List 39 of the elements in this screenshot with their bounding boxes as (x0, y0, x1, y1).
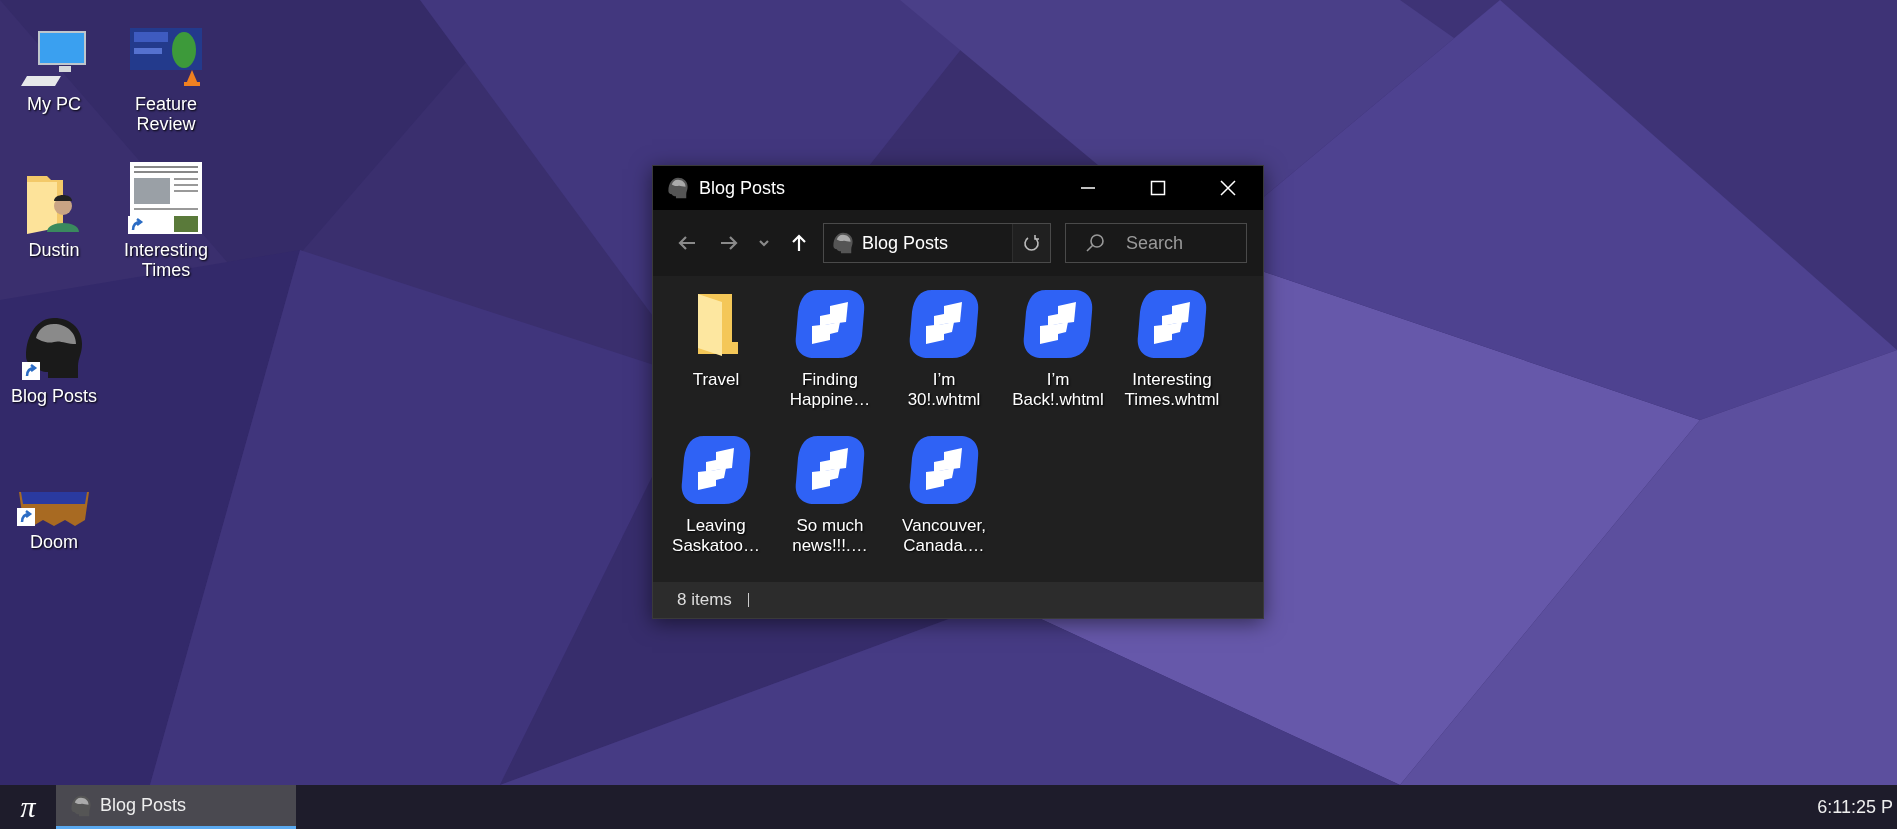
clock: 6:11:25 P (1817, 796, 1894, 818)
file-label[interactable]: Finding Happine… (789, 370, 871, 410)
head-icon[interactable] (24, 316, 84, 380)
file-label[interactable]: I’m 30!.whtml (907, 370, 981, 410)
web-file-icon[interactable] (794, 434, 866, 506)
web-file-icon[interactable] (1136, 288, 1208, 360)
desktop-icon-label[interactable]: Doom (30, 532, 78, 552)
address-field[interactable]: Blog Posts (823, 223, 1051, 263)
computer-icon[interactable] (21, 30, 87, 88)
close-icon (1220, 180, 1236, 196)
web-file-icon[interactable] (908, 434, 980, 506)
maximize-icon (1150, 180, 1166, 196)
desktop-icon-label[interactable]: Feature Review (116, 94, 216, 134)
desktop-icon-label[interactable]: My PC (27, 94, 81, 114)
file-label[interactable]: Leaving Saskatoo… (672, 516, 760, 556)
document-icon[interactable] (130, 162, 202, 234)
minimize-icon (1080, 187, 1096, 189)
desktop-icon-label[interactable]: Interesting Times (116, 240, 216, 280)
desktop-icon-label[interactable]: Dustin (28, 240, 80, 260)
file-label[interactable]: So much news!!!.… (792, 516, 868, 556)
web-file-icon[interactable] (1022, 288, 1094, 360)
head-icon (70, 794, 92, 817)
web-file-icon[interactable] (680, 434, 752, 506)
head-icon (667, 177, 689, 199)
head-icon (832, 232, 854, 254)
taskbar-app[interactable]: Blog Posts (56, 785, 296, 829)
file-label[interactable]: Travel (692, 370, 740, 390)
search-field[interactable]: Search (1065, 223, 1247, 263)
refresh-icon (1022, 234, 1041, 252)
refresh-button[interactable] (1012, 224, 1050, 262)
file-label[interactable]: I’m Back!.whtml (1012, 370, 1104, 410)
search-icon (1085, 233, 1105, 253)
window-title: Blog Posts (699, 177, 786, 199)
web-file-icon[interactable] (908, 288, 980, 360)
item-count: 8 items (677, 590, 732, 610)
file-label[interactable]: Vancouver, Canada.… (902, 516, 986, 556)
file-label[interactable]: Interesting Times.whtml (1124, 370, 1220, 410)
web-file-icon[interactable] (794, 288, 866, 360)
desktop-icon-label[interactable]: Blog Posts (10, 386, 97, 406)
